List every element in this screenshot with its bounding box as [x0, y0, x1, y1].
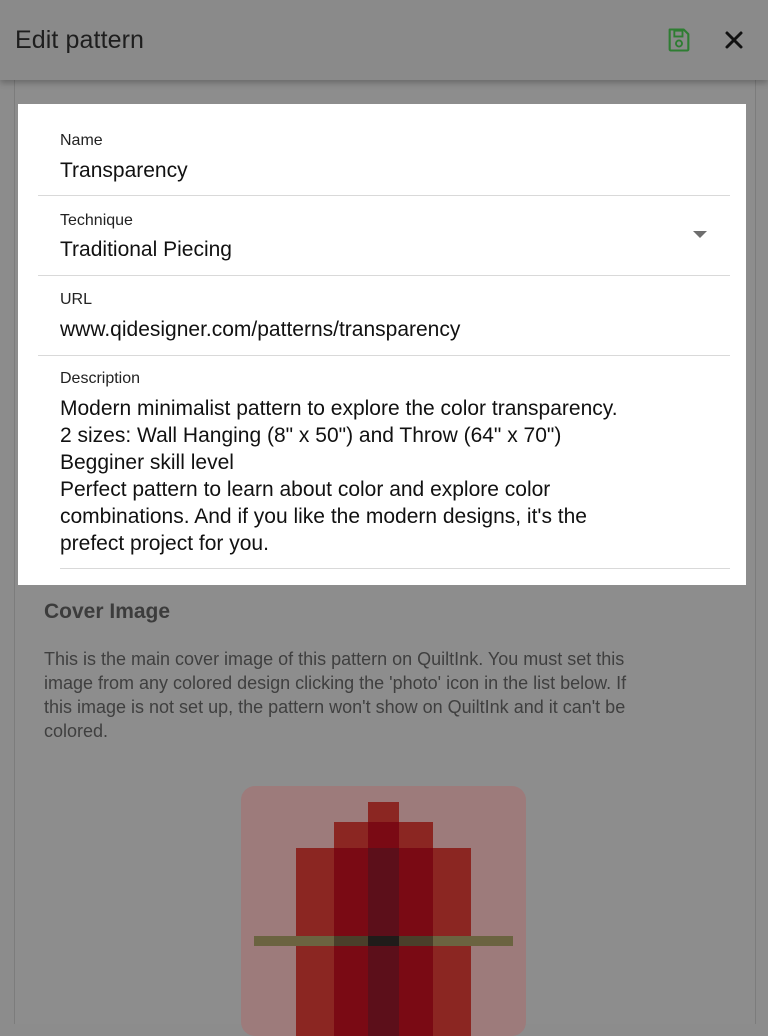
description-line: 2 sizes: Wall Hanging (8" x 50") and Thr… [60, 424, 562, 447]
cover-text-line: This is the main cover image of this pat… [44, 649, 625, 669]
band-mid-right [399, 936, 433, 946]
technique-value[interactable]: Traditional Piecing [60, 238, 232, 262]
url-label: URL [60, 291, 93, 308]
cover-image-thumbnail[interactable] [241, 786, 526, 1036]
cover-image-title: Cover Image [44, 600, 171, 623]
quilt-pattern-image [254, 802, 513, 1036]
close-icon[interactable] [722, 28, 746, 52]
description-line: Modern minimalist pattern to explore the… [60, 397, 618, 420]
name-label: Name [60, 132, 103, 149]
core-upper [368, 822, 399, 848]
cover-image-description: This is the main cover image of this pat… [44, 647, 724, 743]
technique-select[interactable]: Technique Traditional Piecing [38, 196, 730, 276]
page-title: Edit pattern [15, 26, 145, 54]
mid-strip-right [399, 822, 433, 1036]
description-label: Description [60, 370, 141, 387]
description-line: Begginer skill level [60, 451, 234, 474]
description-textarea[interactable]: Modern minimalist pattern to explore the… [60, 395, 720, 557]
band-mid-left [334, 936, 368, 946]
core-top [368, 802, 399, 822]
description-field[interactable]: Description Modern minimalist pattern to… [60, 356, 730, 569]
save-icon[interactable] [665, 26, 693, 54]
pattern-form: Name Transparency Technique Traditional … [18, 104, 746, 585]
mid-top-right [399, 822, 433, 848]
description-line: Perfect pattern to learn about color and… [60, 478, 551, 501]
app-bar: Edit pattern [0, 0, 768, 80]
description-line: prefect project for you. [60, 532, 269, 555]
cover-text-line: image from any colored design clicking t… [44, 673, 627, 693]
url-input[interactable]: www.qidesigner.com/patterns/transparency [60, 318, 460, 342]
cover-text-line: this image is not set up, the pattern wo… [44, 697, 626, 717]
mid-strip-left [334, 822, 368, 1036]
name-input[interactable]: Transparency [60, 159, 188, 183]
technique-label: Technique [60, 212, 133, 229]
cover-text-line: colored. [44, 721, 109, 741]
url-field[interactable]: URL www.qidesigner.com/patterns/transpar… [38, 276, 730, 356]
mid-top-left [334, 822, 368, 848]
name-field[interactable]: Name Transparency [38, 104, 730, 196]
band-center [368, 936, 399, 946]
dropdown-arrow-icon[interactable] [693, 231, 707, 238]
description-line: combinations. And if you like the modern… [60, 505, 587, 528]
